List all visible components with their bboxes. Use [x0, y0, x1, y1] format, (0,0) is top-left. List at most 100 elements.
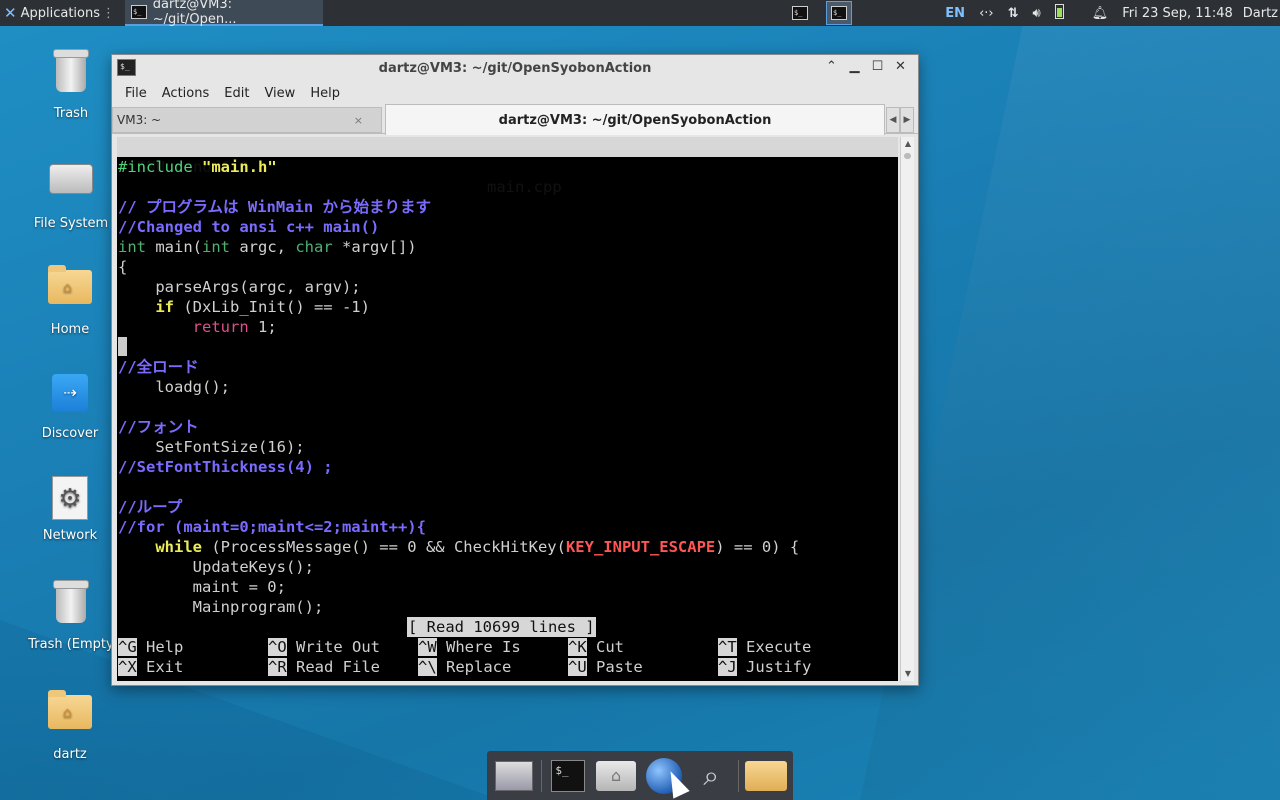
shortcut-execute[interactable]: ^T Execute [718, 637, 811, 657]
shortcut-key: ^K [568, 638, 587, 656]
transfer-icon[interactable]: ⇅ [1008, 6, 1019, 21]
nano-header: GNU nano 6.2 main.cpp [117, 137, 898, 196]
desktop-icon-file-system[interactable]: File System [21, 156, 121, 231]
tab-opensyobonaction[interactable]: dartz@VM3: ~/git/OpenSyobonAction [385, 104, 885, 135]
tab-label: dartz@VM3: ~/git/OpenSyobonAction [498, 112, 772, 128]
tab-vm3-home[interactable]: VM3: ~ × [112, 107, 382, 133]
code-line: loadg(); [118, 378, 230, 396]
dock-folder[interactable] [745, 756, 788, 796]
desktop-icon-home[interactable]: ⌂ Home [20, 262, 120, 337]
dock-show-desktop[interactable] [493, 756, 535, 796]
desktop-icon-discover[interactable]: ⇢ Discover [20, 368, 120, 441]
chevron-up-icon[interactable]: ⌃ [820, 59, 843, 74]
maximize-icon[interactable]: ☐ [866, 59, 889, 74]
code-line: return 1; [118, 317, 277, 337]
terminal-icon: $_ [792, 6, 808, 20]
include-string: "main.h" [202, 158, 277, 176]
terminal-content[interactable]: GNU nano 6.2 main.cpp #include "main.h" … [117, 137, 898, 681]
terminal-icon: $_ [131, 5, 147, 19]
code-line: if (DxLib_Init() == -1) [118, 297, 370, 317]
top-panel: ✕ Applications ⋮ $_ dartz@VM3: ~/git/Ope… [0, 0, 1280, 27]
notification-bell-icon[interactable]: 🔔︎ [1092, 6, 1109, 21]
menu-file[interactable]: File [125, 86, 147, 101]
dock-search[interactable]: ⌕ [690, 756, 732, 796]
volume-icon[interactable]: 🔊︎ [1033, 6, 1041, 21]
shortcut-exit[interactable]: ^X Exit [118, 657, 183, 677]
desktop-icon-network[interactable]: ⚙ Network [20, 474, 120, 543]
shortcut-label: Help [146, 638, 184, 656]
scroll-down-icon[interactable]: ▼ [901, 667, 915, 681]
shortcut-label: Paste [596, 658, 643, 676]
network-arrows-icon[interactable]: ‹·› [979, 6, 994, 21]
desktop-icon-label: Home [50, 322, 90, 337]
menu-help[interactable]: Help [310, 86, 340, 101]
code-line: { [118, 258, 128, 276]
shortcut-key: ^\ [418, 658, 437, 676]
minimize-icon[interactable]: ▁ [843, 59, 866, 74]
workspace-1[interactable]: $_ [787, 1, 813, 25]
tab-scroll-right-icon[interactable]: ▶ [900, 107, 914, 133]
text-cursor [118, 337, 127, 356]
shortcut-key: ^O [268, 638, 287, 656]
code-text: main( [146, 238, 202, 256]
workspace-2[interactable]: $_ [826, 1, 852, 25]
shortcut-label: Read File [296, 658, 381, 676]
keyword-if: if [155, 298, 174, 316]
code-line: //全ロード [118, 358, 199, 376]
menu-view[interactable]: View [264, 86, 295, 101]
code-line: //ループ [118, 498, 183, 516]
taskbar-window-title: dartz@VM3: ~/git/Open... [152, 0, 237, 27]
shortcut-read-file[interactable]: ^R Read File [268, 657, 380, 677]
shortcut-key: ^G [118, 638, 137, 656]
clock[interactable]: Fri 23 Sep, 11:48 [1122, 6, 1233, 21]
desktop-icon-trash-empty[interactable]: Trash (Empty [21, 580, 121, 652]
code-line: //SetFontThickness(4) ; [118, 458, 333, 476]
desktop-icon-trash[interactable]: Trash [21, 49, 121, 121]
menu-handle-icon: ⋮ [102, 5, 115, 21]
close-icon[interactable]: ✕ [889, 59, 912, 74]
code-text: ) == 0) { [715, 538, 800, 556]
tab-scroll-left-icon[interactable]: ◀ [886, 107, 900, 133]
shortcut-help[interactable]: ^G Help [118, 637, 183, 657]
keyboard-layout[interactable]: EN [945, 6, 965, 21]
shortcut-where-is[interactable]: ^W Where Is [418, 637, 521, 657]
code-line: Mainprogram(); [118, 598, 324, 616]
menu-actions[interactable]: Actions [162, 86, 210, 101]
desktop-icon-label: Trash (Empty [28, 637, 114, 652]
desktop-icon-dartz[interactable]: ⌂ dartz [20, 687, 120, 762]
taskbar-window-terminal[interactable]: $_ dartz@VM3: ~/git/Open... [125, 0, 323, 27]
menu-edit[interactable]: Edit [224, 86, 249, 101]
code-text: (ProcessMessage() == 0 && CheckHitKey( [202, 538, 566, 556]
shortcut-justify[interactable]: ^J Justify [718, 657, 811, 677]
code-line: parseArgs(argc, argv); [118, 278, 361, 296]
user-name[interactable]: Dartz [1243, 6, 1278, 21]
shortcut-key: ^W [418, 638, 437, 656]
dock-terminal[interactable]: $_ [548, 756, 590, 796]
dock-home[interactable]: ⌂ [595, 756, 637, 796]
window-titlebar[interactable]: $_ dartz@VM3: ~/git/OpenSyobonAction ⌃ ▁… [112, 55, 918, 82]
home-folder-icon: ⌂ [47, 690, 93, 741]
applications-menu[interactable]: ✕ Applications ⋮ [0, 0, 119, 26]
shortcut-write-out[interactable]: ^O Write Out [268, 637, 380, 657]
code-text: 1; [248, 318, 277, 336]
battery-icon[interactable] [1054, 3, 1078, 23]
code-line: SetFontSize(16); [118, 438, 305, 456]
nano-filename: main.cpp [487, 178, 562, 196]
shortcut-replace[interactable]: ^\ Replace [418, 657, 511, 677]
shortcut-label: Exit [146, 658, 184, 676]
shortcut-cut[interactable]: ^K Cut [568, 637, 624, 657]
code-line: //Changed to ansi c++ main() [118, 218, 380, 236]
show-desktop-icon [494, 760, 533, 791]
shortcut-paste[interactable]: ^U Paste [568, 657, 643, 677]
scrollbar-thumb[interactable] [904, 153, 911, 159]
close-tab-icon[interactable]: × [354, 114, 363, 127]
code-line: #include "main.h" [118, 157, 277, 177]
scroll-up-icon[interactable]: ▲ [901, 137, 915, 151]
shortcut-label: Cut [596, 638, 625, 656]
shortcut-label: Write Out [296, 638, 381, 656]
xfce-logo-icon: ✕ [4, 4, 17, 22]
system-tray: EN ‹·› ⇅ 🔊︎ 🔔︎ Fri 23 Sep, 11:48 Dartz [945, 0, 1280, 26]
terminal-scrollbar[interactable]: ▲ ▼ [900, 137, 914, 681]
shortcut-key: ^U [568, 658, 587, 676]
desktop-icon-label: Network [42, 528, 98, 543]
